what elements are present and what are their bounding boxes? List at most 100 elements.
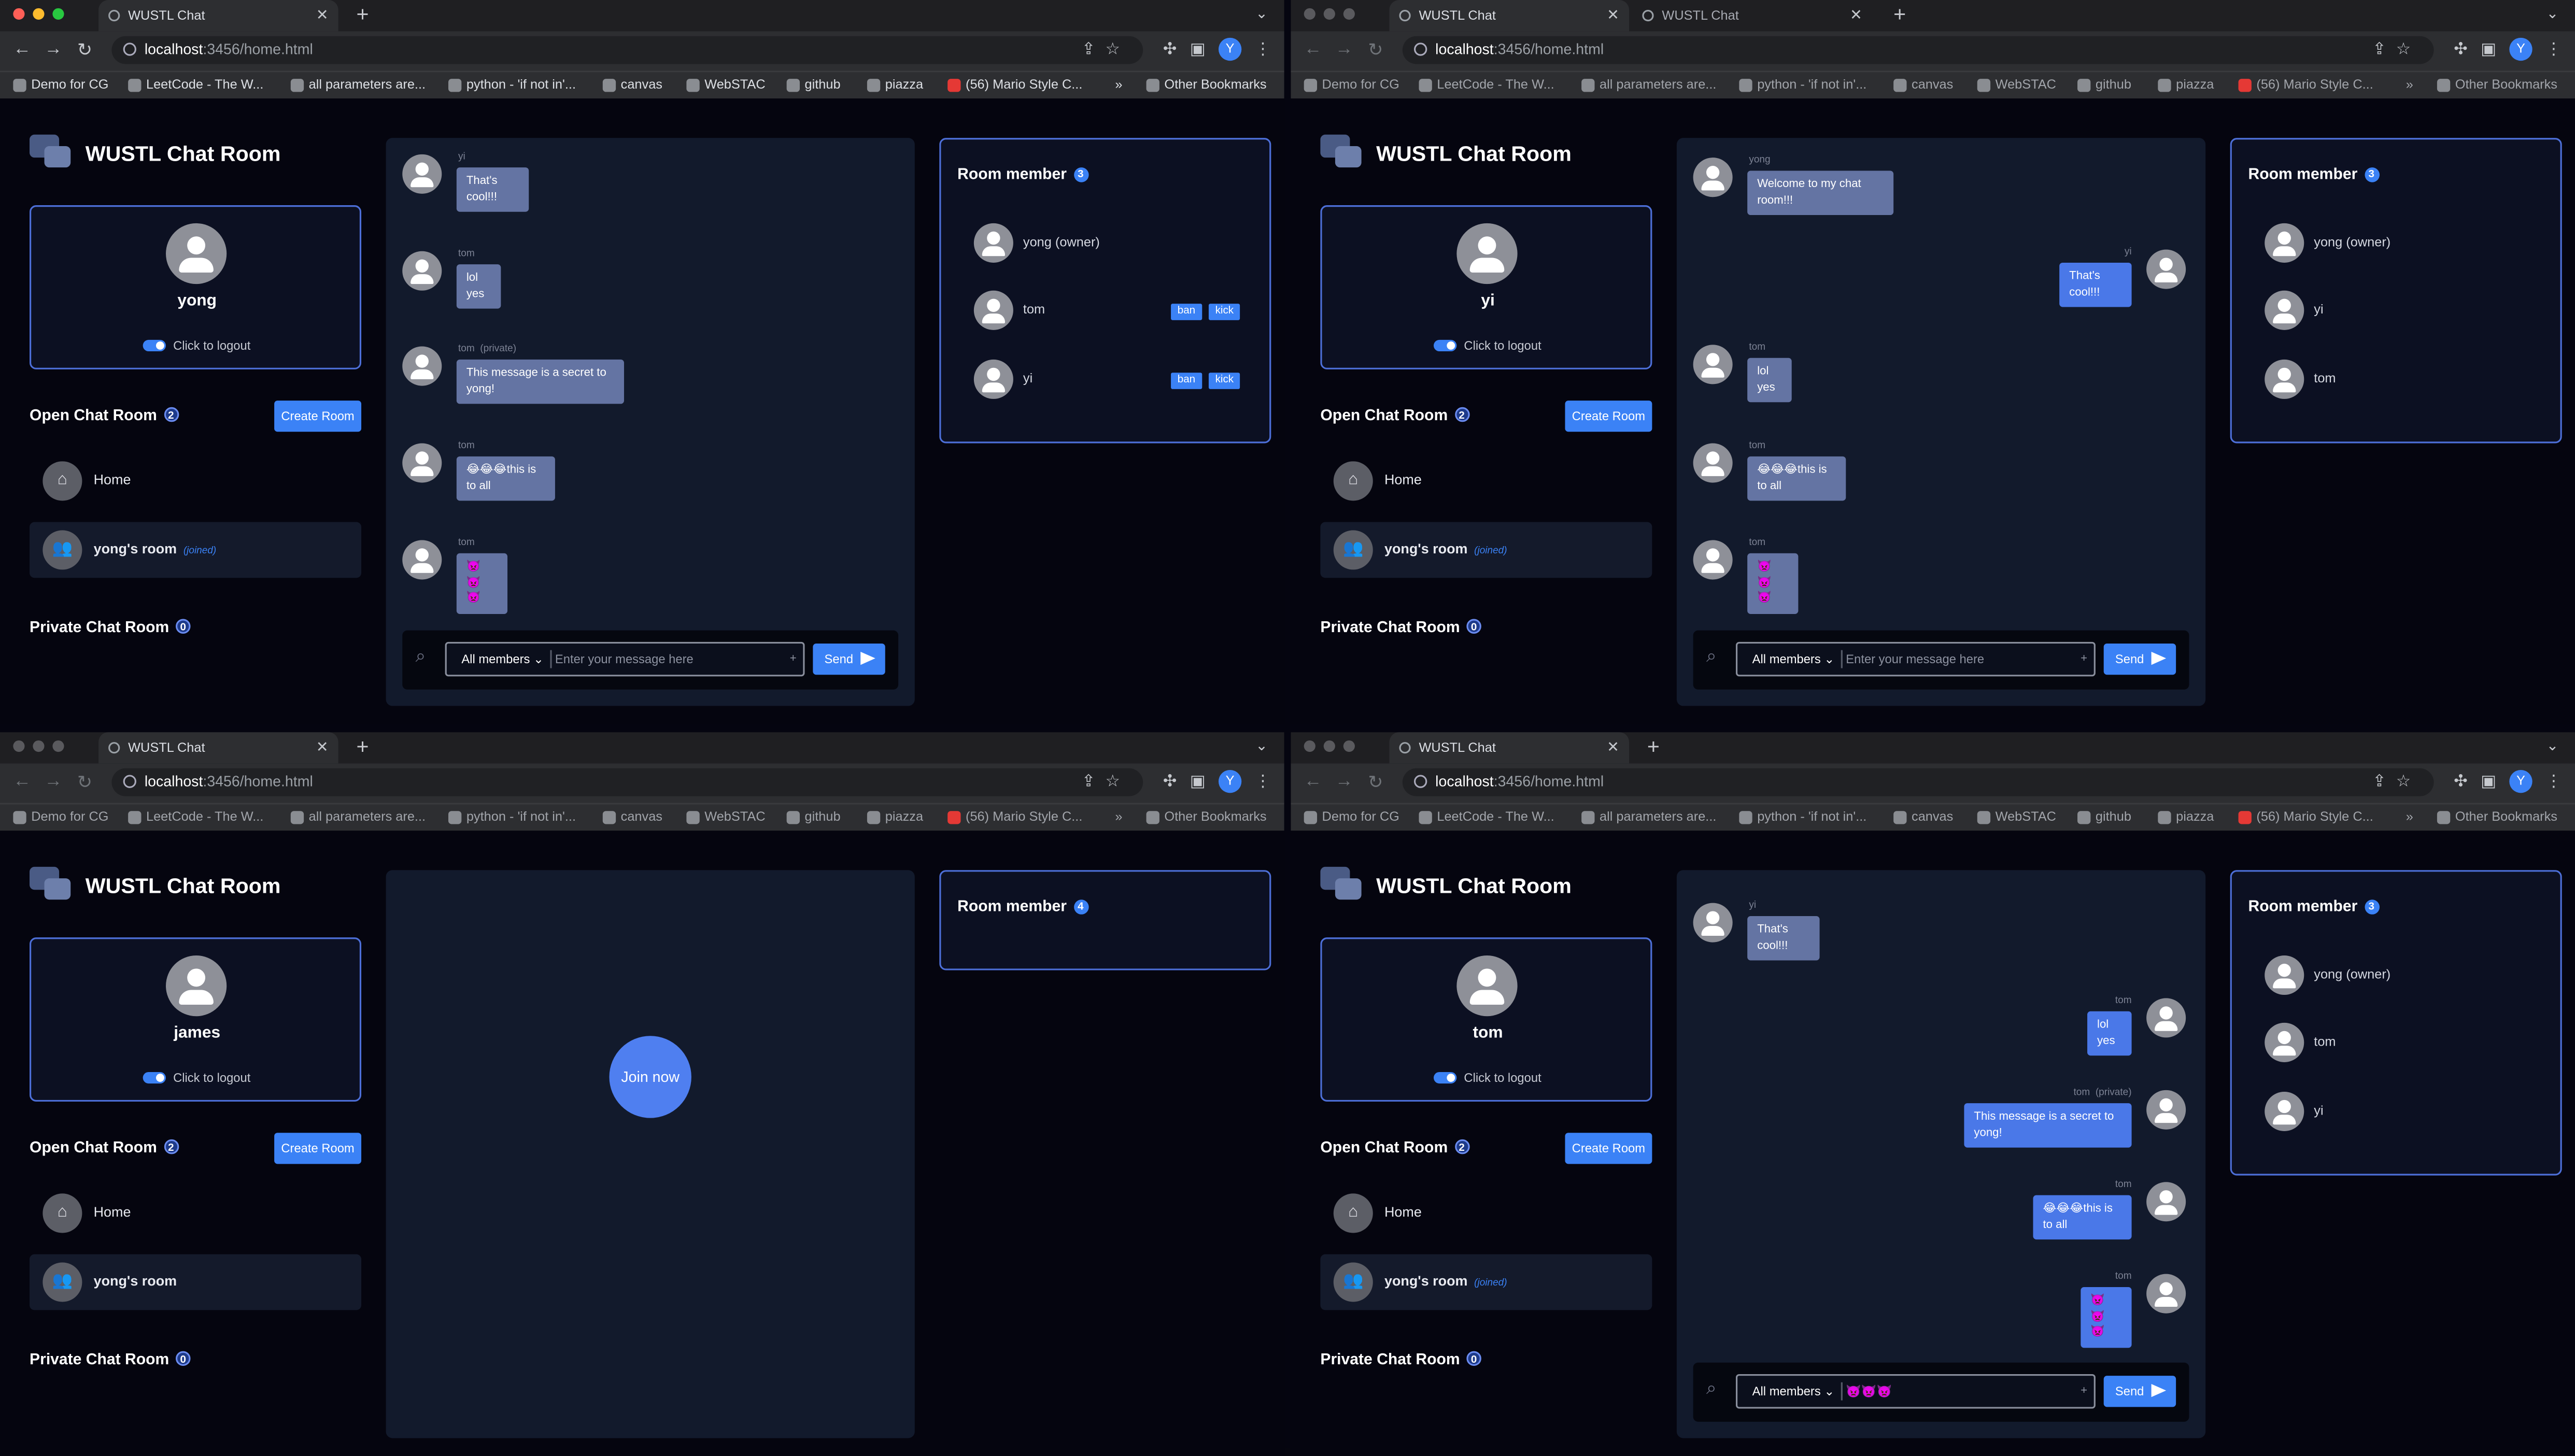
extensions-icon[interactable]: ✣ [1163, 40, 1177, 59]
bookmark-item[interactable]: python - 'if not in'... [448, 77, 576, 92]
back-icon[interactable]: ← [13, 772, 31, 791]
profile-avatar[interactable]: Y [2509, 37, 2532, 61]
create-room-button[interactable]: Create Room [1565, 1133, 1652, 1164]
new-tab-icon[interactable]: + [357, 0, 369, 30]
chevron-down-icon[interactable]: ⌄ [2546, 737, 2558, 755]
share-star-icons[interactable]: ⇪☆ [1082, 768, 1130, 796]
menu-icon[interactable]: ⋮ [1255, 773, 1271, 791]
toggle-icon[interactable] [144, 339, 167, 352]
menu-icon[interactable]: ⋮ [2545, 773, 2562, 791]
create-room-button[interactable]: Create Room [274, 1133, 362, 1164]
bookmark-item[interactable]: github [786, 77, 841, 92]
back-icon[interactable]: ← [1304, 39, 1322, 59]
bookmark-item[interactable]: all parameters are... [290, 809, 426, 824]
browser-tab[interactable]: WUSTL Chat ✕ [1389, 0, 1630, 32]
back-icon[interactable]: ← [1304, 772, 1322, 791]
reload-icon[interactable]: ↻ [77, 772, 92, 793]
close-tab-icon[interactable]: ✕ [316, 0, 329, 31]
bookmark-item[interactable]: WebSTAC [686, 77, 766, 92]
window-controls[interactable] [1304, 8, 1355, 20]
sidebar-icon[interactable]: ▣ [2481, 40, 2496, 59]
logout-toggle[interactable]: Click to logout [1322, 1070, 1654, 1085]
bookmark-item[interactable]: (56) Mario Style C... [947, 809, 1082, 824]
bookmark-folder[interactable]: Other Bookmarks [1146, 77, 1267, 92]
bookmark-folder[interactable]: Other Bookmarks [1146, 809, 1267, 824]
bookmark-item[interactable]: python - 'if not in'... [448, 809, 576, 824]
message-input[interactable]: All members ⌄ 👿👿👿 + [1735, 1374, 2096, 1409]
close-tab-icon[interactable]: ✕ [1607, 732, 1619, 763]
browser-tab[interactable]: WUSTL Chat ✕ [1389, 732, 1630, 764]
bookmark-item[interactable]: (56) Mario Style C... [947, 77, 1082, 92]
close-tab-icon[interactable]: ✕ [1850, 0, 1862, 31]
share-star-icons[interactable]: ⇪☆ [1082, 36, 1130, 64]
bookmark-item[interactable]: canvas [602, 809, 662, 824]
recipient-select[interactable]: All members ⌄ [447, 644, 552, 675]
join-now-button[interactable]: Join now [609, 1036, 691, 1118]
paperclip-icon[interactable]: ⌕ [1706, 647, 1717, 668]
bookmark-item[interactable]: piazza [2158, 809, 2214, 824]
bookmark-item[interactable]: LeetCode - The W... [1419, 77, 1554, 92]
bookmark-item[interactable]: all parameters are... [290, 77, 426, 92]
forward-icon[interactable]: → [1335, 772, 1353, 791]
bookmarks-more[interactable]: » [2406, 77, 2413, 92]
extensions-icon[interactable]: ✣ [1163, 773, 1177, 791]
bookmark-item[interactable]: github [786, 809, 841, 824]
paperclip-icon[interactable]: ⌕ [1706, 1379, 1717, 1400]
toggle-icon[interactable] [1434, 1072, 1458, 1084]
plus-icon[interactable]: + [2081, 1376, 2087, 1407]
bookmarks-more[interactable]: » [1115, 809, 1122, 824]
forward-icon[interactable]: → [45, 772, 63, 791]
bookmark-item[interactable]: WebSTAC [1977, 809, 2056, 824]
room-item-home[interactable]: ⌂ Home [1320, 1186, 1652, 1241]
url-field[interactable]: localhost:3456/home.html ⇪☆ [1402, 36, 2434, 64]
logout-toggle[interactable]: Click to logout [1322, 338, 1654, 353]
window-controls[interactable] [1304, 740, 1355, 752]
bookmark-item[interactable]: LeetCode - The W... [128, 809, 263, 824]
room-item-yongs-room[interactable]: 👥 yong's room (joined) [1320, 522, 1652, 578]
bookmark-item[interactable]: Demo for CG [1304, 77, 1399, 92]
profile-avatar[interactable]: Y [1218, 37, 1242, 61]
bookmark-item[interactable]: (56) Mario Style C... [2238, 809, 2373, 824]
bookmark-item[interactable]: piazza [2158, 77, 2214, 92]
message-input[interactable]: All members ⌄ Enter your message here + [445, 641, 805, 677]
bookmark-item[interactable]: WebSTAC [1977, 77, 2056, 92]
message-input[interactable]: All members ⌄ Enter your message here + [1735, 641, 2096, 677]
bookmark-item[interactable]: all parameters are... [1581, 77, 1716, 92]
bookmark-item[interactable]: canvas [1893, 809, 1953, 824]
bookmark-item[interactable]: piazza [867, 77, 923, 92]
new-tab-icon[interactable]: + [1647, 732, 1660, 762]
reload-icon[interactable]: ↻ [1368, 39, 1383, 61]
browser-tab[interactable]: WUSTL Chat ✕ [98, 732, 338, 764]
url-field[interactable]: localhost:3456/home.html ⇪☆ [1402, 768, 2434, 796]
send-button[interactable]: Send [813, 644, 885, 675]
url-field[interactable]: localhost:3456/home.html ⇪☆ [111, 768, 1143, 796]
ban-button[interactable]: ban [1171, 373, 1202, 389]
toggle-icon[interactable] [1434, 339, 1458, 352]
browser-tab[interactable]: WUSTL Chat ✕ [98, 0, 338, 32]
sidebar-icon[interactable]: ▣ [2481, 773, 2496, 791]
bookmark-item[interactable]: python - 'if not in'... [1739, 809, 1866, 824]
bookmark-item[interactable]: LeetCode - The W... [128, 77, 263, 92]
bookmark-item[interactable]: canvas [1893, 77, 1953, 92]
bookmark-item[interactable]: python - 'if not in'... [1739, 77, 1866, 92]
browser-tab[interactable]: WUSTL Chat ✕ [1632, 0, 1872, 31]
paperclip-icon[interactable]: ⌕ [416, 647, 426, 668]
window-controls[interactable] [13, 740, 64, 752]
room-item-home[interactable]: ⌂ Home [1320, 453, 1652, 509]
profile-avatar[interactable]: Y [2509, 769, 2532, 793]
plus-icon[interactable]: + [2081, 644, 2087, 675]
room-item-yongs-room[interactable]: 👥 yong's room [30, 1254, 362, 1310]
bookmark-folder[interactable]: Other Bookmarks [2437, 809, 2557, 824]
logout-toggle[interactable]: Click to logout [31, 338, 363, 353]
room-item-yongs-room[interactable]: 👥 yong's room (joined) [30, 522, 362, 578]
bookmark-item[interactable]: github [2077, 809, 2131, 824]
url-field[interactable]: localhost:3456/home.html ⇪☆ [111, 36, 1143, 64]
recipient-select[interactable]: All members ⌄ [1737, 1376, 1843, 1407]
create-room-button[interactable]: Create Room [274, 401, 362, 432]
bookmark-item[interactable]: Demo for CG [13, 77, 109, 92]
window-controls[interactable] [13, 8, 64, 20]
recipient-select[interactable]: All members ⌄ [1737, 644, 1843, 675]
bookmark-item[interactable]: LeetCode - The W... [1419, 809, 1554, 824]
menu-icon[interactable]: ⋮ [2545, 40, 2562, 59]
bookmark-item[interactable]: WebSTAC [686, 809, 766, 824]
